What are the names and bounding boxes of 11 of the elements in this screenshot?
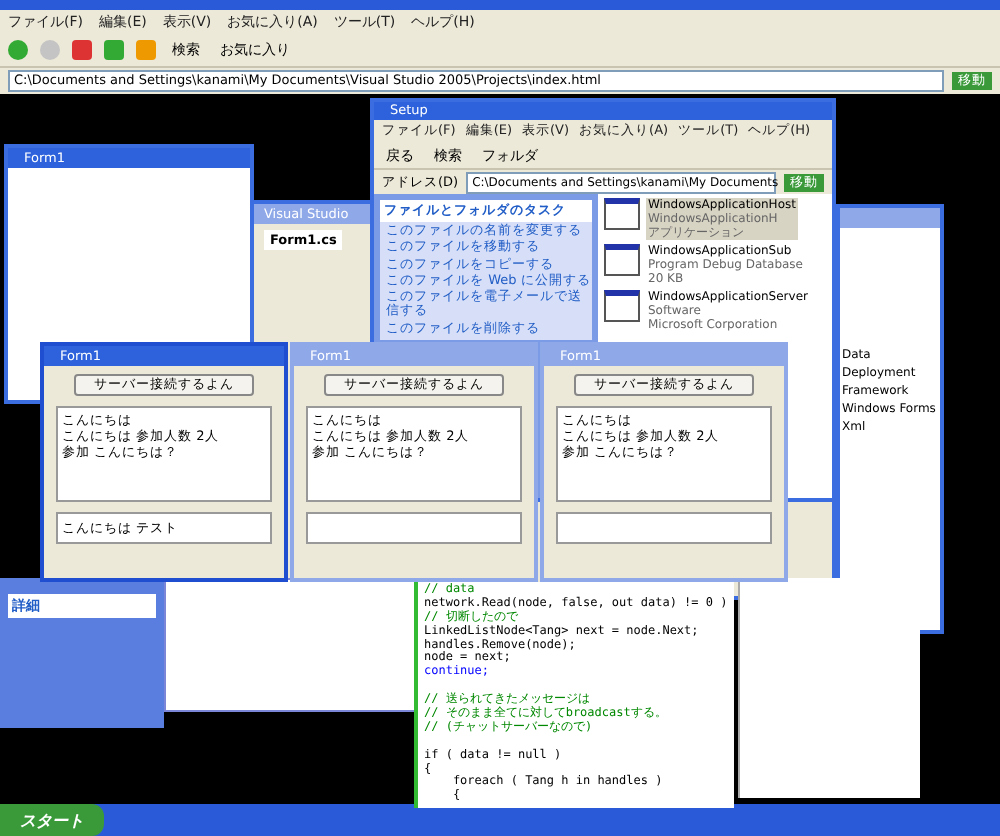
window-icon (604, 244, 640, 276)
back-icon[interactable] (8, 40, 28, 60)
window-icon (604, 290, 640, 322)
window-title-bar (840, 208, 940, 228)
home-icon[interactable] (136, 40, 156, 60)
start-button[interactable]: スタート (0, 804, 104, 836)
message-field[interactable] (556, 512, 772, 544)
message-field[interactable] (306, 512, 522, 544)
forward-icon[interactable] (40, 40, 60, 60)
refresh-icon[interactable] (104, 40, 124, 60)
stop-icon[interactable] (72, 40, 92, 60)
